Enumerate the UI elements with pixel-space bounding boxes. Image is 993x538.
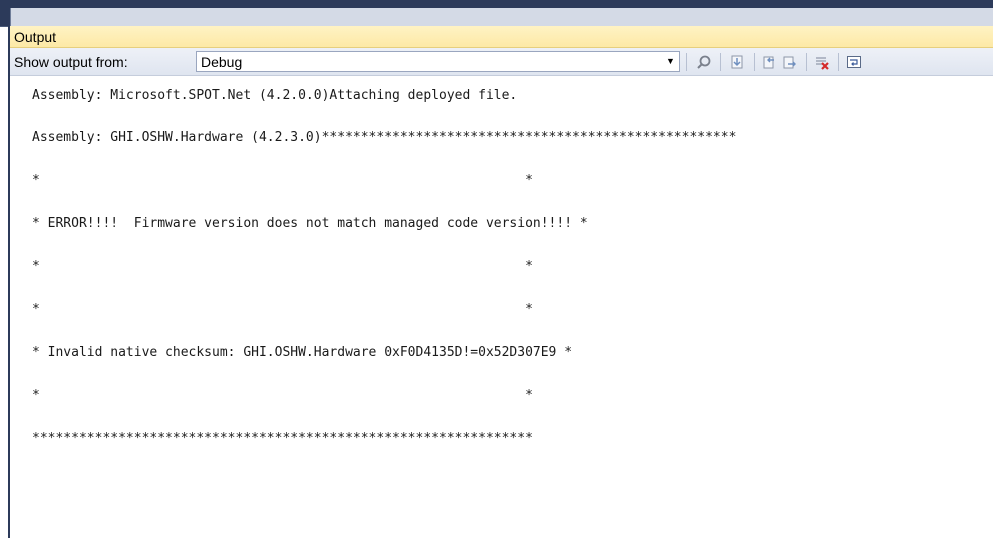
- go-to-next-message-icon: [763, 56, 774, 69]
- output-toolbar: Show output from: Debug ▼: [10, 48, 993, 76]
- output-line: Assembly: GHI.OSHW.Hardware (4.2.3.0)***…: [32, 130, 737, 145]
- go-to-next-message-icon: [783, 56, 796, 69]
- toolbar-separator: [686, 53, 687, 71]
- visual-studio-output-window: Output Show output from: Debug ▼ Assembl…: [0, 0, 993, 538]
- output-line: * *: [32, 173, 533, 188]
- output-text-pane[interactable]: Assembly: Microsoft.SPOT.Net (4.2.0.0)At…: [10, 76, 993, 538]
- output-source-value: Debug: [201, 54, 243, 70]
- toolbar-separator: [754, 53, 755, 71]
- show-output-from-label: Show output from:: [14, 54, 128, 70]
- find-message-in-code-button[interactable]: [694, 52, 714, 72]
- toggle-word-wrap-button[interactable]: [844, 52, 864, 72]
- toolbar-separator: [838, 53, 839, 71]
- go-to-previous-message-icon: [731, 55, 743, 69]
- find-message-in-code-icon: [697, 55, 711, 69]
- output-line: ****************************************…: [32, 431, 533, 446]
- panel-title: Output: [14, 29, 57, 45]
- chevron-down-icon[interactable]: ▼: [664, 54, 677, 69]
- toolbar-separator: [720, 53, 721, 71]
- toolbar-separator: [806, 53, 807, 71]
- clear-all-button[interactable]: [812, 52, 832, 72]
- window-top-border: [0, 0, 993, 27]
- output-line: Assembly: Microsoft.SPOT.Net (4.2.0.0)At…: [32, 88, 518, 103]
- toggle-word-wrap-icon: [847, 56, 861, 68]
- go-to-next-message-button[interactable]: [760, 52, 780, 72]
- output-source-dropdown[interactable]: Debug ▼: [196, 51, 680, 72]
- go-to-previous-message-button[interactable]: [727, 52, 747, 72]
- output-panel-title-bar[interactable]: Output: [10, 26, 993, 48]
- window-top-strip: [10, 8, 993, 26]
- output-line: * ERROR!!!! Firmware version does not ma…: [32, 216, 588, 231]
- output-line: * Invalid native checksum: GHI.OSHW.Hard…: [32, 345, 573, 360]
- output-line: * *: [32, 388, 533, 403]
- output-line: * *: [32, 302, 533, 317]
- clear-all-icon: [816, 57, 829, 70]
- output-line: * *: [32, 259, 533, 274]
- go-to-next-message-alt-button[interactable]: [780, 52, 800, 72]
